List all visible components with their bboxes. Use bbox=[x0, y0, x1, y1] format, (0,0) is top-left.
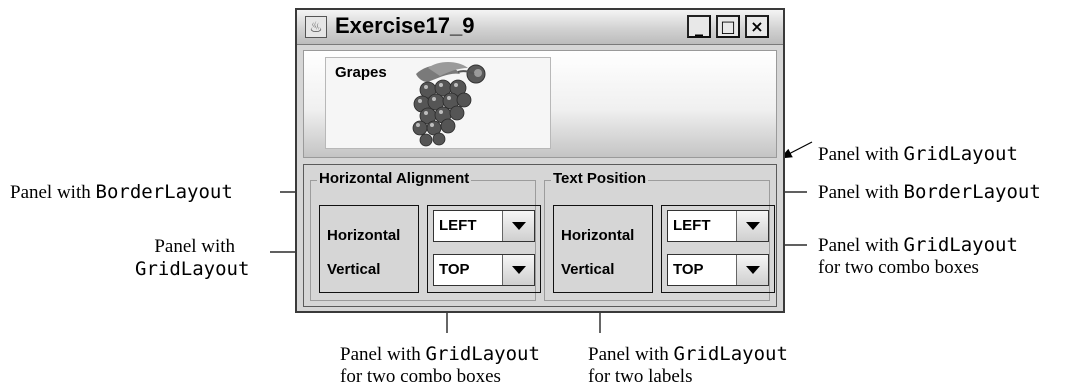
combo-value: LEFT bbox=[673, 217, 711, 234]
horizontal-label: Horizontal bbox=[327, 227, 401, 244]
annotation-text: Panel with bbox=[340, 344, 426, 365]
combo-dropdown-button[interactable] bbox=[736, 211, 768, 241]
annotation-code: BorderLayout bbox=[903, 181, 1041, 203]
group-title: Horizontal Alignment bbox=[317, 170, 472, 187]
horizontal-text-position-combo[interactable]: LEFT bbox=[667, 210, 769, 242]
annotation-text: Panel with bbox=[818, 235, 904, 256]
annotation-text: Panel with bbox=[10, 182, 96, 203]
annotation-text: Panel with bbox=[154, 236, 236, 257]
annotation-bottom-gridlayout-labels: Panel with GridLayout for two labels bbox=[588, 343, 788, 388]
annotation-right-gridlayout: Panel with GridLayout bbox=[818, 143, 1018, 166]
horizontal-label: Horizontal bbox=[561, 227, 635, 244]
controls-panel: Horizontal Alignment Horizontal Vertical… bbox=[303, 164, 777, 307]
horizontal-alignment-panel: Horizontal Alignment Horizontal Vertical… bbox=[310, 170, 541, 301]
window-title: Exercise17_9 bbox=[335, 13, 475, 38]
annotation-code: GridLayout bbox=[425, 343, 540, 365]
title-bar[interactable]: ♨ Exercise17_9 _ □ × bbox=[297, 10, 783, 45]
annotation-text: for two combo boxes bbox=[818, 257, 979, 278]
combos-panel: LEFT TOP bbox=[427, 205, 541, 293]
labels-panel: Horizontal Vertical bbox=[319, 205, 419, 293]
annotation-code: BorderLayout bbox=[95, 181, 233, 203]
horizontal-alignment-combo[interactable]: LEFT bbox=[433, 210, 535, 242]
combo-value: TOP bbox=[439, 261, 470, 278]
annotation-code: GridLayout bbox=[903, 143, 1018, 165]
vertical-text-position-combo[interactable]: TOP bbox=[667, 254, 769, 286]
vertical-alignment-combo[interactable]: TOP bbox=[433, 254, 535, 286]
app-window: ♨ Exercise17_9 _ □ × Grapes Horizontal A… bbox=[295, 8, 785, 313]
combo-dropdown-button[interactable] bbox=[502, 211, 534, 241]
text-position-panel: Text Position Horizontal Vertical LEFT T… bbox=[544, 170, 775, 301]
vertical-label: Vertical bbox=[327, 261, 381, 278]
annotation-text: Panel with bbox=[818, 144, 904, 165]
minimize-button[interactable]: _ bbox=[687, 15, 711, 38]
annotation-text: for two labels bbox=[588, 366, 693, 387]
combos-panel: LEFT TOP bbox=[661, 205, 775, 293]
maximize-button[interactable]: □ bbox=[716, 15, 740, 38]
annotation-code: GridLayout bbox=[903, 234, 1018, 256]
grapes-label-text: Grapes bbox=[335, 64, 387, 81]
combo-value: TOP bbox=[673, 261, 704, 278]
grapes-label: Grapes bbox=[325, 57, 551, 149]
chevron-down-icon bbox=[746, 222, 760, 230]
vertical-label: Vertical bbox=[561, 261, 615, 278]
annotation-left-gridlayout: Panel with GridLayout bbox=[135, 236, 249, 280]
combo-value: LEFT bbox=[439, 217, 477, 234]
annotation-right-borderlayout: Panel with BorderLayout bbox=[818, 181, 1041, 204]
display-panel: Grapes bbox=[303, 50, 777, 158]
chevron-down-icon bbox=[746, 266, 760, 274]
annotation-code: GridLayout bbox=[673, 343, 788, 365]
annotation-text: Panel with bbox=[818, 182, 904, 203]
grapes-icon bbox=[412, 62, 486, 147]
combo-dropdown-button[interactable] bbox=[736, 255, 768, 285]
annotation-code: GridLayout bbox=[135, 258, 250, 280]
close-button[interactable]: × bbox=[745, 15, 769, 38]
chevron-down-icon bbox=[512, 266, 526, 274]
labels-panel: Horizontal Vertical bbox=[553, 205, 653, 293]
annotation-bottom-gridlayout-combos: Panel with GridLayout for two combo boxe… bbox=[340, 343, 540, 388]
annotation-right-gridlayout-combos: Panel with GridLayout for two combo boxe… bbox=[818, 234, 1018, 279]
annotation-left-borderlayout: Panel with BorderLayout bbox=[10, 181, 233, 204]
combo-dropdown-button[interactable] bbox=[502, 255, 534, 285]
group-title: Text Position bbox=[551, 170, 649, 187]
annotation-text: for two combo boxes bbox=[340, 366, 501, 387]
annotation-text: Panel with bbox=[588, 344, 674, 365]
java-cup-icon[interactable]: ♨ bbox=[305, 16, 327, 38]
chevron-down-icon bbox=[512, 222, 526, 230]
